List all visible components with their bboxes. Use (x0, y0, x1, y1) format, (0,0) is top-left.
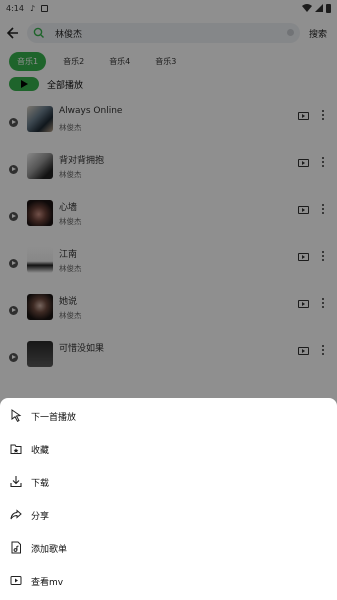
menu-item-add-playlist[interactable]: 添加歌单 (0, 535, 337, 561)
menu-label: 收藏 (31, 446, 50, 456)
menu-item-share[interactable]: 分享 (0, 502, 337, 528)
song-action-sheet: 下一首播放 收藏 下载 分享 添加歌单 查看mv (0, 398, 337, 600)
menu-item-download[interactable]: 下载 (0, 469, 337, 495)
menu-label: 下载 (31, 479, 50, 489)
menu-label: 下一首播放 (31, 413, 77, 423)
favorite-folder-icon (10, 444, 22, 454)
menu-label: 分享 (31, 512, 50, 522)
add-playlist-icon (11, 541, 21, 554)
menu-item-view-mv[interactable]: 查看mv (0, 568, 337, 594)
mv-icon (10, 576, 22, 585)
menu-label: 添加歌单 (31, 545, 68, 555)
play-next-icon (11, 409, 22, 422)
menu-item-play-next[interactable]: 下一首播放 (0, 403, 337, 429)
download-icon (10, 476, 22, 488)
share-icon (10, 509, 22, 520)
menu-label: 查看mv (31, 578, 64, 588)
menu-item-favorite[interactable]: 收藏 (0, 436, 337, 462)
